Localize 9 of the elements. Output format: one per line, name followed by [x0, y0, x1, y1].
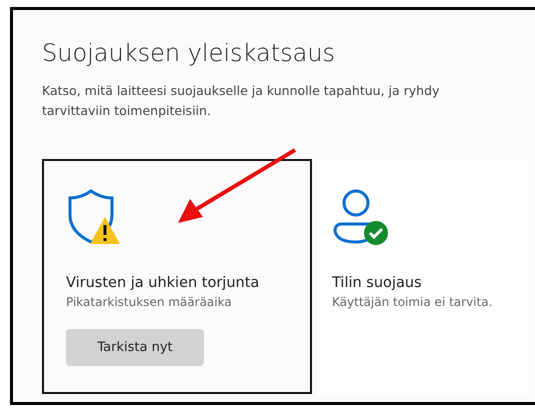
- person-check-icon: [332, 189, 390, 245]
- shield-warning-icon: [66, 189, 120, 245]
- card-status: Pikatarkistuksen määräaika: [66, 295, 233, 309]
- scan-now-button[interactable]: Tarkista nyt: [66, 329, 204, 366]
- page-description: Katso, mitä laitteesi suojaukselle ja kunnolle tapahtuu, ja ryhdy tarvittaviin toimenpiteisiin.: [42, 82, 440, 120]
- page-title: Suojauksen yleiskatsaus: [42, 38, 336, 67]
- card-title: Tilin suojaus: [332, 275, 423, 291]
- card-status: Käyttäjän toimia ei tarvita.: [332, 295, 494, 309]
- card-title: Virusten ja uhkien torjunta: [66, 275, 260, 291]
